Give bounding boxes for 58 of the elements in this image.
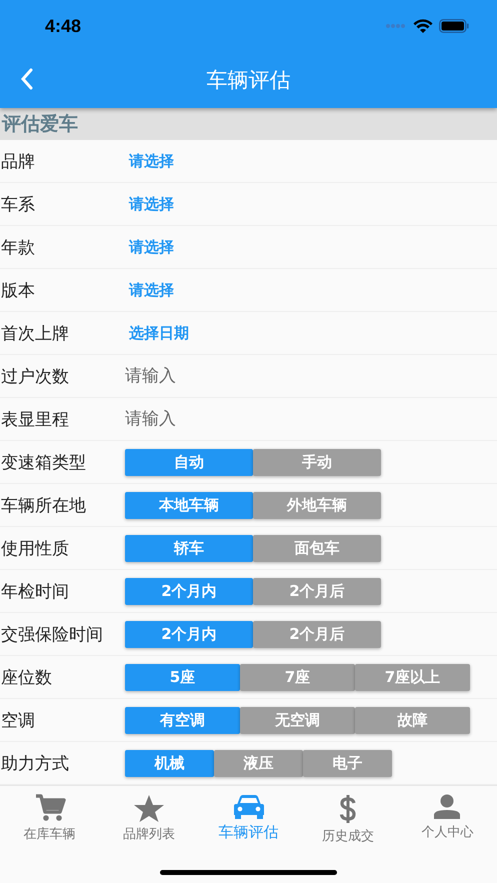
- segment-option[interactable]: 液压: [214, 750, 303, 776]
- field-label: 空调: [0, 710, 36, 732]
- segment-option[interactable]: 无空调: [240, 706, 355, 734]
- section-header: 评估爱车: [0, 108, 497, 140]
- field-label: 变速箱类型: [0, 452, 87, 474]
- select-link[interactable]: 选择日期: [125, 322, 193, 344]
- field-label: 版本: [0, 280, 36, 302]
- segment-option[interactable]: 7座: [240, 664, 355, 690]
- input-field[interactable]: 请输入: [125, 407, 325, 431]
- segment-option[interactable]: 2个月后: [253, 620, 381, 648]
- segment-option[interactable]: 自动: [125, 448, 253, 476]
- star-icon: [133, 794, 166, 822]
- field-label: 座位数: [0, 666, 53, 688]
- segment-option[interactable]: 2个月内: [125, 620, 253, 648]
- segment-option[interactable]: 面包车: [253, 534, 381, 562]
- select-link[interactable]: 请选择: [125, 278, 178, 302]
- segment-option[interactable]: 机械: [125, 750, 214, 776]
- input-field[interactable]: 请输入: [125, 364, 325, 388]
- field-label: 表显里程: [0, 408, 70, 430]
- status-time: 4:48: [45, 16, 82, 36]
- signal-icon: [385, 23, 407, 29]
- select-link[interactable]: 请选择: [125, 150, 178, 172]
- field-label: 车系: [0, 194, 36, 216]
- field-label: 过户次数: [0, 366, 70, 388]
- segment-option[interactable]: 外地车辆: [253, 492, 381, 518]
- battery-icon: [439, 19, 469, 33]
- tab-item[interactable]: 历史成交: [298, 786, 398, 848]
- tab-item[interactable]: 个人中心: [398, 786, 497, 848]
- field-label: 年检时间: [0, 580, 70, 602]
- segment-option[interactable]: 故障: [355, 706, 470, 734]
- segment-option[interactable]: 电子: [303, 750, 392, 776]
- cart-icon: [34, 794, 66, 822]
- field-label: 首次上牌: [0, 322, 70, 344]
- field-label: 品牌: [0, 150, 36, 172]
- segment-option[interactable]: 手动: [253, 448, 381, 476]
- tab-item[interactable]: 品牌列表: [99, 786, 199, 848]
- page-title: 车辆评估: [206, 67, 290, 94]
- car-icon: [232, 794, 265, 820]
- field-label: 交强保险时间: [0, 624, 104, 646]
- tab-item[interactable]: 在库车辆: [0, 786, 100, 848]
- field-label: 使用性质: [0, 538, 70, 560]
- field-label: 车辆所在地: [0, 494, 87, 516]
- segment-option[interactable]: 5座: [125, 664, 240, 690]
- dollar-icon: [338, 794, 358, 824]
- tab-item[interactable]: 车辆评估: [198, 786, 298, 848]
- segment-option[interactable]: 轿车: [125, 534, 253, 562]
- wifi-icon: [413, 18, 433, 34]
- back-icon: [20, 68, 34, 90]
- segment-option[interactable]: 有空调: [125, 706, 240, 734]
- person-icon: [433, 794, 462, 820]
- segment-option[interactable]: 7座以上: [355, 664, 470, 690]
- select-link[interactable]: 请选择: [125, 236, 178, 258]
- segment-option[interactable]: 2个月内: [125, 578, 253, 604]
- segment-option[interactable]: 2个月后: [253, 578, 381, 604]
- field-label: 年款: [0, 236, 36, 258]
- select-link[interactable]: 请选择: [125, 192, 178, 216]
- segment-option[interactable]: 本地车辆: [125, 492, 253, 518]
- field-label: 助力方式: [0, 752, 70, 774]
